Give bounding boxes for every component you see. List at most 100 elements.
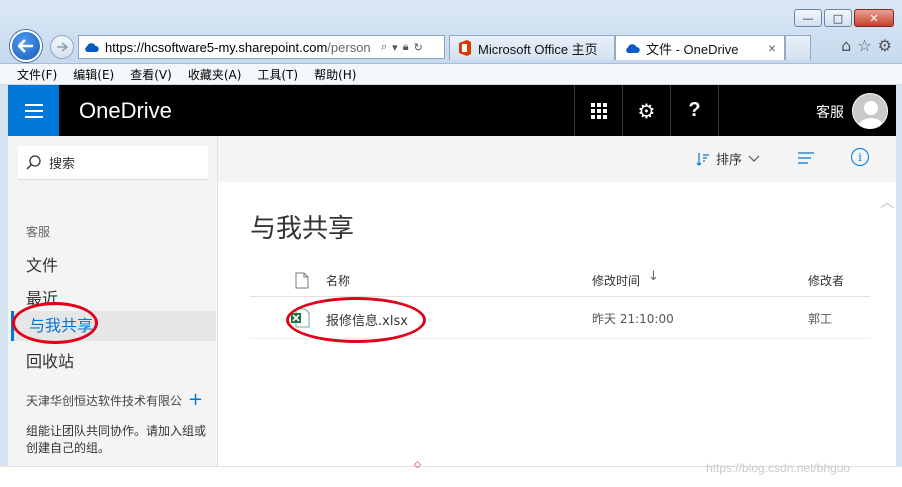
menu-view[interactable]: 查看(V) [130,66,172,83]
menu-bar: 文件(F) 编辑(E) 查看(V) 收藏夹(A) 工具(T) 帮助(H) [0,64,902,85]
list-view-icon [798,152,814,164]
info-button[interactable]: i [851,148,869,166]
group-name[interactable]: 天津华创恒达软件技术有限公 [26,392,182,409]
menu-help[interactable]: 帮助(H) [314,66,356,83]
onedrive-cloud-icon [85,42,99,52]
avatar[interactable] [852,93,888,129]
window-frame-right [896,85,902,487]
group-row: 天津华创恒达软件技术有限公 + [26,391,206,409]
add-group-icon[interactable]: + [188,391,203,409]
annotation-dot-icon: ◇ [414,460,421,470]
hamburger-icon-line [24,109,43,112]
menu-favorites[interactable]: 收藏夹(A) [188,66,242,83]
close-window-button[interactable]: ✕ [854,9,894,27]
nav-item-recycle-bin[interactable]: 回收站 [26,348,74,372]
address-tools: ⌕ ▾ 🔒︎ ↻ [381,40,423,54]
forward-button[interactable] [50,35,74,59]
grid-dot [596,114,601,119]
tab-label: Microsoft Office 主页 [478,41,598,57]
grid-dot [596,108,601,113]
url-text[interactable]: https://hcsoftware5-my.sharepoint.com/pe… [105,40,377,55]
column-name[interactable]: 名称 [326,272,350,289]
grid-dot [590,102,595,107]
column-modified-by[interactable]: 修改者 [808,272,844,289]
onedrive-header: OneDrive ⚙ ? 客服 [8,85,896,136]
app-grid-icon [590,102,607,119]
minimize-button[interactable]: — [794,9,822,27]
app-launcher-button[interactable] [574,85,622,136]
user-name[interactable]: 客服 [816,102,844,122]
settings-button[interactable]: ⚙ [622,85,670,136]
hamburger-icon-line [24,115,43,118]
office-logo-icon [459,40,471,56]
nav-toggle-button[interactable] [8,85,59,136]
sort-icon [696,152,709,166]
header-divider [718,85,719,136]
group-description: 组能让团队共同协作。请加入组或创建自己的组。 [26,424,207,455]
list-header: 名称 修改时间 ↓ 修改者 [250,264,870,297]
window-controls: — □ ✕ [792,9,894,27]
lock-icon[interactable]: 🔒︎ [403,40,409,54]
search-icon [26,155,41,170]
column-modified[interactable]: 修改时间 [592,272,640,289]
tab-label: 文件 - OneDrive [646,41,739,57]
browser-toolbar-icons: ⌂ ☆ ⚙ [841,36,892,55]
hamburger-icon [24,103,43,106]
file-modified: 昨天 21:10:00 [592,312,674,326]
home-icon[interactable]: ⌂ [841,36,851,55]
url-path: /person [327,39,371,55]
menu-edit[interactable]: 编辑(E) [73,66,114,83]
left-navigation: 搜索 客服 文件 最近 与我共享 回收站 天津华创恒达软件技术有限公 + 组能让… [8,136,218,466]
sort-label: 排序 [716,153,743,168]
grid-dot [602,114,607,119]
address-bar[interactable]: https://hcsoftware5-my.sharepoint.com/pe… [78,35,445,59]
sort-descending-icon: ↓ [648,269,659,284]
search-box[interactable]: 搜索 [18,146,208,180]
help-button[interactable]: ? [670,85,718,136]
maximize-button[interactable]: □ [824,9,852,27]
star-icon[interactable]: ☆ [857,36,871,55]
grid-dot [590,108,595,113]
search-label: 搜索 [49,157,76,172]
view-options-button[interactable] [798,152,814,167]
menu-file[interactable]: 文件(F) [17,66,57,83]
new-tab-button[interactable] [785,35,811,60]
sort-button[interactable]: 排序 [696,149,760,168]
nav-item-files[interactable]: 文件 [26,252,58,276]
file-type-icon [295,272,309,289]
url-domain: https://hcsoftware5-my.sharepoint.com [105,39,328,55]
grid-dot [602,108,607,113]
menu-tools[interactable]: 工具(T) [257,66,298,83]
grid-dot [602,102,607,107]
watermark: https://blog.csdn.net/bhguo [706,461,851,475]
annotation-circle-nav [12,302,98,344]
page-title: 与我共享 [250,214,355,244]
help-icon: ? [688,99,701,121]
scrollbar[interactable]: ︿ [876,182,896,466]
arrow-right-icon [57,42,68,52]
arrow-left-icon [18,39,33,53]
user-silhouette-icon [857,101,885,128]
grid-dot [590,114,595,119]
close-tab-icon[interactable]: × [768,40,776,56]
chevron-up-icon[interactable]: ︿ [880,192,894,212]
refresh-icon[interactable]: ↻ [414,41,423,54]
gear-icon[interactable]: ⚙ [878,36,892,55]
back-button[interactable] [10,30,42,62]
file-modified-by: 郭工 [808,312,833,326]
annotation-circle-file [286,297,426,343]
chevron-down-icon [748,155,760,162]
nav-section-header: 客服 [26,225,51,239]
tab-office-home[interactable]: Microsoft Office 主页 [449,35,615,60]
info-icon: i [858,150,862,164]
brand-title[interactable]: OneDrive [79,98,172,124]
onedrive-cloud-icon [626,43,640,53]
browser-chrome: — □ ✕ https://hcsoftware5-my.sharepoint.… [0,0,902,64]
dropdown-icon[interactable]: ▾ [392,41,398,54]
tab-onedrive[interactable]: 文件 - OneDrive × [615,35,785,60]
grid-dot [596,102,601,107]
gear-icon: ⚙ [637,98,656,123]
search-icon[interactable]: ⌕ [381,40,387,54]
window-frame-left [0,85,8,487]
command-bar: 排序 i [218,136,896,182]
